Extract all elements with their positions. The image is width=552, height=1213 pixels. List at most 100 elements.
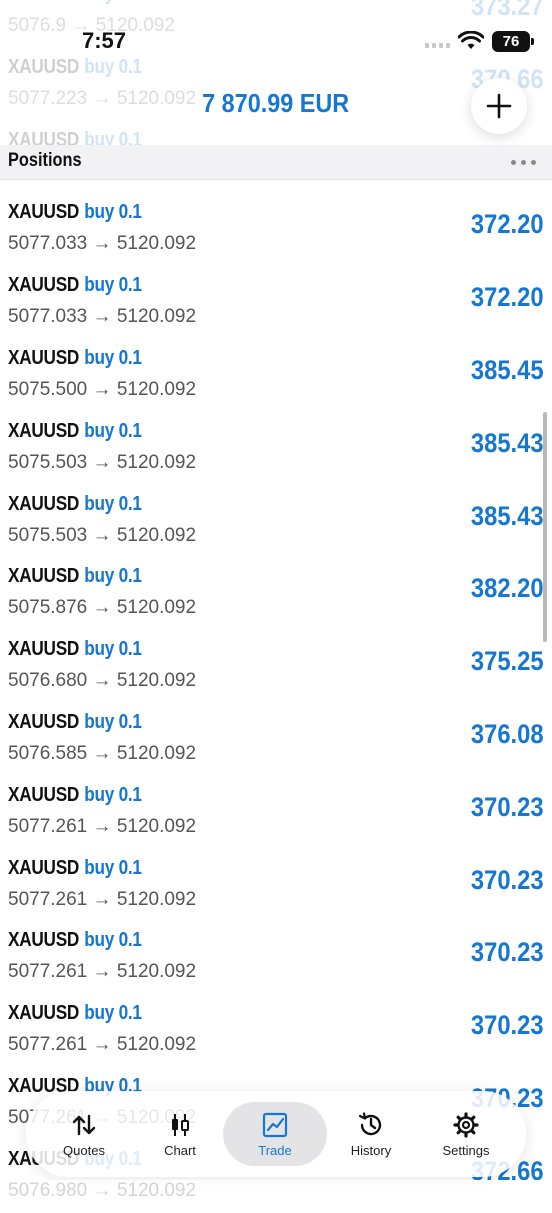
history-icon xyxy=(358,1111,382,1135)
position-row[interactable]: XAUUSD buy 0.1 5075.503 → 5120.092 385.43 xyxy=(0,485,552,558)
arrow-icon: → xyxy=(87,743,117,764)
position-row[interactable]: XAUUSD buy 0.1 5076.680 → 5120.092 375.25 xyxy=(0,630,552,703)
position-profit: 370.23 xyxy=(471,937,544,968)
position-profit: 385.43 xyxy=(471,427,544,458)
position-row[interactable]: XAUUSDbuy 0.1 5077.261 → 5120.092 370.23 xyxy=(0,921,552,994)
plus-icon xyxy=(486,93,512,119)
current-price: 5120.092 xyxy=(116,597,197,619)
current-price: 5120.092 xyxy=(116,524,197,546)
price-range: 5077.261 → 5120.092 xyxy=(8,816,196,838)
tab-label: Chart xyxy=(164,1142,196,1158)
status-icons: 76 xyxy=(425,28,534,54)
symbol-name: XAUUSD xyxy=(8,274,80,297)
section-title: Positions xyxy=(8,150,82,171)
tab-settings[interactable]: Settings xyxy=(416,1091,516,1177)
symbol-name: XAUUSD xyxy=(8,419,80,442)
cellular-signal-icon xyxy=(425,34,450,48)
more-options-icon[interactable] xyxy=(511,160,536,165)
arrow-icon: → xyxy=(87,233,117,255)
position-row[interactable]: XAUUSD buy 0.1 5075.503 → 5120.092 385.43 xyxy=(0,412,552,485)
position-profit: 375.25 xyxy=(471,646,544,677)
position-symbol: XAUUSDbuy 0.1 xyxy=(8,347,142,370)
price-range: 5075.876 → 5120.092 xyxy=(8,597,196,619)
current-price: 5120.092 xyxy=(116,1034,197,1056)
position-row[interactable]: XAUUSD buy 0.1 5076.585 → 5120.092 376.08 xyxy=(0,703,552,776)
trade-side-volume: buy 0.1 xyxy=(84,201,142,224)
price-range: 5077.033 → 5120.092 xyxy=(8,306,196,328)
current-price: 5120.092 xyxy=(116,743,197,764)
arrow-icon: → xyxy=(87,961,117,983)
price-range: 5077.033 → 5120.092 xyxy=(8,233,196,255)
price-range: 5075.503 → 5120.092 xyxy=(8,452,196,474)
trade-side-volume: buy 0.1 xyxy=(84,274,142,297)
position-symbol: XAUUSDbuy 0.1 xyxy=(8,420,142,443)
price-range: 5077.261 → 5120.092 xyxy=(8,889,196,911)
tab-label: Settings xyxy=(442,1142,490,1158)
chart-icon xyxy=(172,1113,189,1136)
price-range: 5077.261 → 5120.092 xyxy=(8,961,196,983)
symbol-name: XAUUSD xyxy=(8,492,80,515)
quotes-icon xyxy=(72,1114,96,1135)
position-profit: 372.20 xyxy=(471,209,544,240)
open-price: 5075.500 xyxy=(8,379,88,400)
settings-icon xyxy=(453,1111,479,1138)
position-profit: 385.45 xyxy=(471,355,544,385)
position-profit: 376.08 xyxy=(471,719,544,749)
position-row[interactable]: XAUUSD buy 0.1 5075.500 → 5120.092 385.45 xyxy=(0,339,552,412)
bottom-tab-bar: Quotes Chart Trade History Settings xyxy=(26,1091,526,1177)
open-price: 5075.503 xyxy=(8,524,88,546)
home-indicator-area xyxy=(0,1180,552,1200)
open-price: 5076.680 xyxy=(8,670,88,692)
arrow-icon: → xyxy=(87,306,117,328)
tab-trade[interactable]: Trade xyxy=(225,1091,325,1177)
position-profit: 370.23 xyxy=(471,1010,544,1041)
position-profit: 385.43 xyxy=(471,500,544,531)
open-price: 5075.876 xyxy=(8,597,88,619)
open-price: 5077.033 xyxy=(8,306,88,328)
arrow-icon: → xyxy=(87,670,117,692)
open-price: 5077.033 xyxy=(8,233,88,255)
position-row[interactable]: XAUUSDbuy 0.1 5077.261 → 5120.092 370.23 xyxy=(0,849,552,922)
price-range: 5076.585 → 5120.092 xyxy=(8,743,196,765)
position-row[interactable]: XAUUSDbuy 0.1 5077.261 → 5120.092 370.23 xyxy=(0,994,552,1067)
symbol-name: XAUUSD xyxy=(8,638,80,661)
position-symbol: XAUUSDbuy 0.1 xyxy=(8,784,142,807)
symbol-name: XAUUSD xyxy=(8,929,80,952)
position-row[interactable]: XAUUSDbuy 0.1 5077.261 → 5120.092 370.23 xyxy=(0,776,552,849)
scroll-indicator xyxy=(543,412,547,642)
position-row[interactable]: XAUUSD buy 0.1 5077.033 → 5120.092 372.20 xyxy=(0,266,552,339)
position-symbol: XAUUSDbuy 0.1 xyxy=(8,1002,142,1025)
trade-side-volume: buy 0.1 xyxy=(84,419,142,442)
position-row[interactable]: XAUUSD buy 0.1 5077.033 → 5120.092 372.20 xyxy=(0,193,552,266)
price-range: 5075.503 → 5120.092 xyxy=(8,525,196,547)
status-time: 7:57 xyxy=(82,28,127,53)
current-price: 5120.092 xyxy=(116,306,197,328)
open-price: 5077.261 xyxy=(8,1034,88,1056)
trade-side-volume: buy 0.1 xyxy=(84,856,142,879)
current-price: 5120.092 xyxy=(116,888,197,910)
account-balance: 7 870.99 EUR xyxy=(202,88,350,118)
trade-side-volume: buy 0.1 xyxy=(84,711,142,733)
position-symbol: XAUUSDbuy 0.1 xyxy=(8,929,142,952)
tab-history[interactable]: History xyxy=(321,1091,421,1177)
position-row[interactable]: XAUUSD buy 0.1 5075.876 → 5120.092 382.20 xyxy=(0,557,552,630)
add-order-button[interactable] xyxy=(471,78,527,134)
arrow-icon: → xyxy=(87,815,117,837)
current-price: 5120.092 xyxy=(116,379,197,400)
trade-side-volume: buy 0.1 xyxy=(84,492,142,515)
symbol-name: XAUUSD xyxy=(8,856,80,879)
arrow-icon: → xyxy=(87,451,117,473)
symbol-name: XAUUSD xyxy=(8,565,80,588)
position-symbol: XAUUSDbuy 0.1 xyxy=(8,711,142,734)
battery-icon: 76 xyxy=(492,30,534,52)
symbol-name: XAUUSD xyxy=(8,347,80,369)
arrow-icon: → xyxy=(87,597,117,619)
tab-quotes[interactable]: Quotes xyxy=(34,1091,134,1177)
wifi-icon xyxy=(458,31,484,49)
symbol-name: XAUUSD xyxy=(8,711,80,733)
current-price: 5120.092 xyxy=(116,815,197,837)
tab-chart[interactable]: Chart xyxy=(130,1091,230,1177)
open-price: 5076.585 xyxy=(8,743,88,764)
arrow-icon: → xyxy=(87,888,117,910)
position-profit: 370.23 xyxy=(471,864,544,895)
